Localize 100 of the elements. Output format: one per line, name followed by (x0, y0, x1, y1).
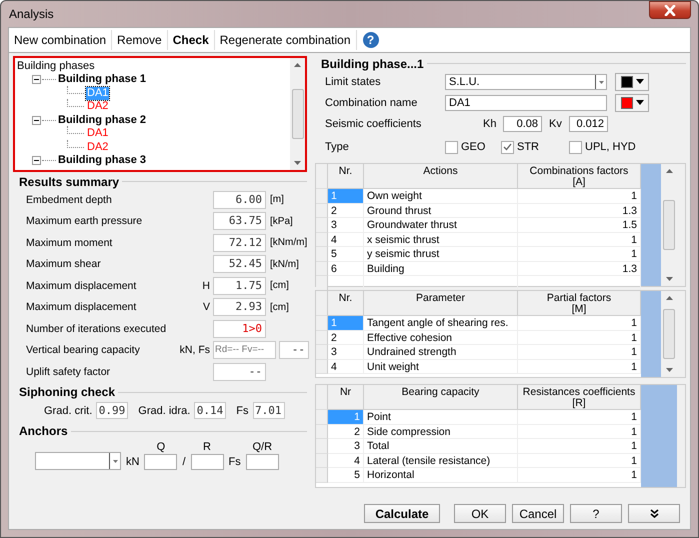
unit-label: [kNm/m] (270, 237, 308, 248)
table-cell: Own weight (364, 189, 518, 204)
tree-item[interactable]: Building phases (17, 59, 288, 73)
row-header[interactable] (316, 330, 328, 345)
table-cell: Horizontal (364, 468, 518, 482)
table-cell: x seismic thrust (364, 232, 518, 247)
value-field: 7.01 (252, 402, 284, 419)
close-button[interactable] (649, 1, 691, 19)
tree-item[interactable]: Building phase 1 (58, 73, 146, 86)
field-label: Kh (483, 118, 498, 130)
row-header[interactable] (316, 218, 328, 232)
row-header[interactable] (316, 232, 328, 247)
table-cell[interactable]: 2 (328, 424, 364, 439)
table-cell[interactable]: 4 (328, 360, 364, 374)
section-title: Siphoning check (19, 385, 116, 399)
tree-item[interactable]: DA2 (86, 100, 110, 114)
row-header[interactable] (316, 360, 328, 374)
table-cell: Lateral (tensile resistance) (364, 454, 518, 468)
table-cell[interactable]: 3 (328, 218, 364, 232)
arrow-up-icon[interactable] (666, 169, 672, 173)
dialog-button[interactable]: Cancel (512, 504, 564, 523)
field-label: Vertical bearing capacity (26, 344, 141, 356)
field-label: Fs (228, 454, 242, 470)
table-cell[interactable]: 3 (328, 345, 364, 360)
kh-field[interactable]: 0.08 (503, 116, 542, 132)
tree-item[interactable]: DA1 (86, 127, 110, 140)
dialog-button[interactable]: ? (570, 504, 622, 523)
toolbar-button[interactable]: Check (168, 30, 215, 50)
tree-item[interactable]: Building phase 3 (58, 154, 146, 168)
caret-icon (598, 80, 604, 84)
tree-item[interactable]: Building phase 2 (58, 114, 146, 127)
field-label: Maximum displacement (26, 301, 138, 314)
field-label: Uplift safety factor (26, 366, 112, 378)
anchor-dropdown[interactable] (35, 452, 121, 470)
row-header[interactable] (316, 262, 328, 276)
arrow-up-icon[interactable] (666, 296, 672, 300)
dialog-button[interactable]: OK (454, 504, 506, 523)
row-header[interactable] (316, 345, 328, 360)
checkbox[interactable] (445, 140, 458, 154)
toolbar-button[interactable]: Regenerate combination (214, 30, 357, 50)
tree-item[interactable]: DA2 (86, 140, 110, 154)
row-header[interactable] (316, 439, 328, 454)
input-field[interactable] (190, 454, 224, 470)
double-chevron-icon (650, 509, 658, 518)
collapse-icon[interactable] (32, 75, 41, 84)
table-cell[interactable]: 5 (328, 247, 364, 262)
row-header[interactable] (316, 276, 328, 290)
arrow-up-icon[interactable] (294, 63, 301, 67)
field-label: Seismic coefficients (325, 118, 422, 130)
table-cell[interactable]: 6 (328, 262, 364, 276)
table-cell[interactable]: 3 (328, 439, 364, 454)
color-picker-button[interactable] (615, 94, 649, 112)
field-label: Fs (236, 404, 248, 416)
field-label: Number of iterations executed (26, 322, 168, 335)
help-button[interactable]: ? (362, 32, 379, 48)
table-cell[interactable]: 4 (328, 232, 364, 247)
row-header[interactable] (316, 410, 328, 424)
row-header[interactable] (316, 316, 328, 330)
value-field: Rd=-- Fv=-- (213, 341, 276, 360)
scrollbar[interactable] (290, 58, 305, 170)
value-field: -- (213, 362, 266, 381)
arrow-down-icon[interactable] (294, 161, 301, 165)
table-cell: Total (364, 439, 518, 454)
field-label: Type (325, 141, 350, 153)
arrow-down-icon[interactable] (666, 368, 672, 372)
field-label: Grad. idra. (138, 404, 190, 416)
toolbar-button[interactable]: New combination (9, 30, 112, 50)
combination-name-field[interactable]: DA1 (445, 94, 607, 110)
field-label: Maximum earth pressure (26, 215, 144, 228)
expand-button[interactable] (628, 504, 680, 523)
table-cell[interactable]: 2 (328, 330, 364, 345)
toolbar-button[interactable]: Remove (112, 30, 168, 50)
field-label: Grad. crit. (44, 404, 92, 416)
collapse-icon[interactable] (32, 156, 41, 166)
table-cell[interactable]: 4 (328, 454, 364, 468)
unit-label: [m] (270, 194, 284, 206)
table-cell[interactable]: 5 (328, 468, 364, 482)
input-field[interactable] (246, 454, 279, 470)
checkbox[interactable] (501, 140, 514, 154)
table-cell[interactable]: 2 (328, 204, 364, 218)
row-header[interactable] (316, 247, 328, 262)
kv-field[interactable]: 0.012 (569, 116, 608, 132)
row-header[interactable] (316, 468, 328, 482)
arrow-down-icon[interactable] (666, 277, 672, 281)
limit-states-dropdown[interactable]: S.L.U. (445, 74, 607, 90)
value-field: 6.00 (213, 190, 266, 209)
unit-label: [kN/m] (270, 258, 299, 270)
checkbox-label: UPL, HYD (585, 141, 636, 153)
row-header[interactable] (316, 204, 328, 218)
row-header[interactable] (316, 454, 328, 468)
column-label: Q/R (252, 440, 272, 454)
row-header[interactable] (316, 189, 328, 204)
color-picker-button[interactable] (615, 72, 649, 90)
collapse-icon[interactable] (32, 116, 41, 125)
dialog-button[interactable]: Calculate (364, 504, 440, 523)
column-header: Bearing capacity (364, 385, 518, 410)
checkbox[interactable] (569, 140, 582, 154)
unit-label: [kPa] (270, 216, 293, 227)
input-field[interactable] (144, 454, 178, 470)
row-header[interactable] (316, 424, 328, 439)
